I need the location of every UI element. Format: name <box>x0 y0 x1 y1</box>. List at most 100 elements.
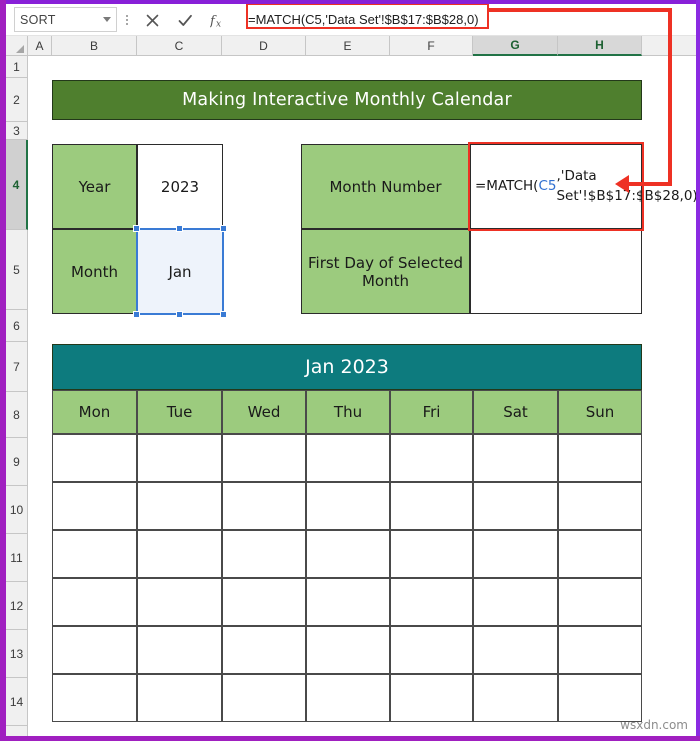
calendar-day-cell[interactable] <box>473 578 558 626</box>
row-header-6[interactable]: 6 <box>6 310 28 342</box>
year-label-cell[interactable]: Year <box>52 144 137 229</box>
month-label-cell[interactable]: Month <box>52 229 137 314</box>
calendar-day-cell[interactable] <box>558 530 642 578</box>
calendar-day-cell[interactable] <box>222 482 306 530</box>
column-header-e[interactable]: E <box>306 36 390 56</box>
calendar-day-cell[interactable] <box>473 530 558 578</box>
row-header-filler <box>6 726 28 736</box>
row-header-7[interactable]: 7 <box>6 342 28 392</box>
formula-bar-grip[interactable] <box>122 11 132 29</box>
column-header-a[interactable]: A <box>28 36 52 56</box>
calendar-day-cell[interactable] <box>473 482 558 530</box>
connector-segment-top <box>488 8 672 12</box>
close-icon <box>146 14 158 26</box>
row-header-11[interactable]: 11 <box>6 534 28 582</box>
calendar-day-cell[interactable] <box>473 434 558 482</box>
calendar-day-cell[interactable] <box>222 674 306 722</box>
calendar-day-cell[interactable] <box>222 530 306 578</box>
weekday-header-mon[interactable]: Mon <box>52 390 137 434</box>
insert-function-button[interactable]: f x <box>205 8 231 32</box>
calendar-day-cell[interactable] <box>137 434 222 482</box>
calendar-day-cell[interactable] <box>52 530 137 578</box>
connector-segment-vertical <box>668 8 672 186</box>
calendar-title[interactable]: Jan 2023 <box>52 344 642 390</box>
month-dropdown-value[interactable]: Jan <box>136 228 224 315</box>
weekday-header-fri[interactable]: Fri <box>390 390 473 434</box>
column-header-c[interactable]: C <box>137 36 222 56</box>
weekday-header-sat[interactable]: Sat <box>473 390 558 434</box>
enter-formula-button[interactable] <box>172 8 198 32</box>
calendar-day-cell[interactable] <box>558 482 642 530</box>
calendar-day-cell[interactable] <box>52 674 137 722</box>
column-header-d[interactable]: D <box>222 36 306 56</box>
calendar-day-cell[interactable] <box>222 434 306 482</box>
month-number-label-cell[interactable]: Month Number <box>301 144 470 229</box>
calendar-day-cell[interactable] <box>52 482 137 530</box>
calendar-day-cell[interactable] <box>52 578 137 626</box>
calendar-day-cell[interactable] <box>473 626 558 674</box>
calendar-day-cell[interactable] <box>52 434 137 482</box>
excel-window: SORT f x =MATCH(C5,'Data Set'!$B$17:$B$2… <box>0 0 700 741</box>
check-icon <box>178 14 192 26</box>
select-all-corner[interactable] <box>6 36 28 56</box>
row-header-5[interactable]: 5 <box>6 230 28 310</box>
row-header-3[interactable]: 3 <box>6 122 28 140</box>
calendar-day-cell[interactable] <box>306 674 390 722</box>
calendar-day-cell[interactable] <box>306 530 390 578</box>
column-header-h[interactable]: H <box>558 36 642 56</box>
first-day-value-cell[interactable] <box>470 229 642 314</box>
worksheet-canvas: Making Interactive Monthly Calendar Year… <box>28 56 698 736</box>
connector-segment-bottom <box>628 182 672 186</box>
row-header-14[interactable]: 14 <box>6 678 28 726</box>
calendar-day-cell[interactable] <box>137 482 222 530</box>
calendar-day-cell[interactable] <box>473 674 558 722</box>
name-box[interactable]: SORT <box>14 7 117 32</box>
calendar-day-cell[interactable] <box>306 482 390 530</box>
calendar-day-cell[interactable] <box>558 578 642 626</box>
calendar-day-cell[interactable] <box>222 578 306 626</box>
formula-cell-reference: C5 <box>538 177 557 194</box>
row-header-13[interactable]: 13 <box>6 630 28 678</box>
row-header-10[interactable]: 10 <box>6 486 28 534</box>
row-header-9[interactable]: 9 <box>6 438 28 486</box>
weekday-header-thu[interactable]: Thu <box>306 390 390 434</box>
weekday-header-wed[interactable]: Wed <box>222 390 306 434</box>
weekday-header-sun[interactable]: Sun <box>558 390 642 434</box>
calendar-day-cell[interactable] <box>390 578 473 626</box>
column-header-g[interactable]: G <box>473 36 558 56</box>
chevron-down-icon[interactable] <box>103 17 111 22</box>
row-header-4[interactable]: 4 <box>6 140 28 230</box>
calendar-day-cell[interactable] <box>558 674 642 722</box>
calendar-day-cell[interactable] <box>390 674 473 722</box>
row-header-1[interactable]: 1 <box>6 56 28 78</box>
watermark: wsxdn.com <box>620 718 688 732</box>
row-header-8[interactable]: 8 <box>6 392 28 438</box>
weekday-header-tue[interactable]: Tue <box>137 390 222 434</box>
calendar-day-cell[interactable] <box>306 578 390 626</box>
cancel-formula-button[interactable] <box>139 8 165 32</box>
formula-text-fragment-1: =MATCH( <box>475 177 539 194</box>
calendar-day-cell[interactable] <box>137 530 222 578</box>
first-day-label-cell[interactable]: First Day of Selected Month <box>301 229 470 314</box>
column-header-f[interactable]: F <box>390 36 473 56</box>
calendar-day-cell[interactable] <box>52 626 137 674</box>
calendar-day-cell[interactable] <box>390 530 473 578</box>
calendar-day-cell[interactable] <box>306 626 390 674</box>
calendar-day-cell[interactable] <box>558 626 642 674</box>
calendar-day-cell[interactable] <box>137 674 222 722</box>
calendar-day-cell[interactable] <box>390 626 473 674</box>
window-frame-left <box>0 0 6 741</box>
calendar-day-cell[interactable] <box>306 434 390 482</box>
row-header-2[interactable]: 2 <box>6 78 28 122</box>
calendar-day-cell[interactable] <box>222 626 306 674</box>
row-header-12[interactable]: 12 <box>6 582 28 630</box>
year-value-cell[interactable]: 2023 <box>137 144 223 229</box>
column-header-b[interactable]: B <box>52 36 137 56</box>
calendar-day-cell[interactable] <box>390 482 473 530</box>
window-frame-bottom <box>0 736 700 741</box>
calendar-day-cell[interactable] <box>558 434 642 482</box>
calendar-day-cell[interactable] <box>137 578 222 626</box>
sheet-title-banner[interactable]: Making Interactive Monthly Calendar <box>52 80 642 120</box>
calendar-day-cell[interactable] <box>137 626 222 674</box>
calendar-day-cell[interactable] <box>390 434 473 482</box>
